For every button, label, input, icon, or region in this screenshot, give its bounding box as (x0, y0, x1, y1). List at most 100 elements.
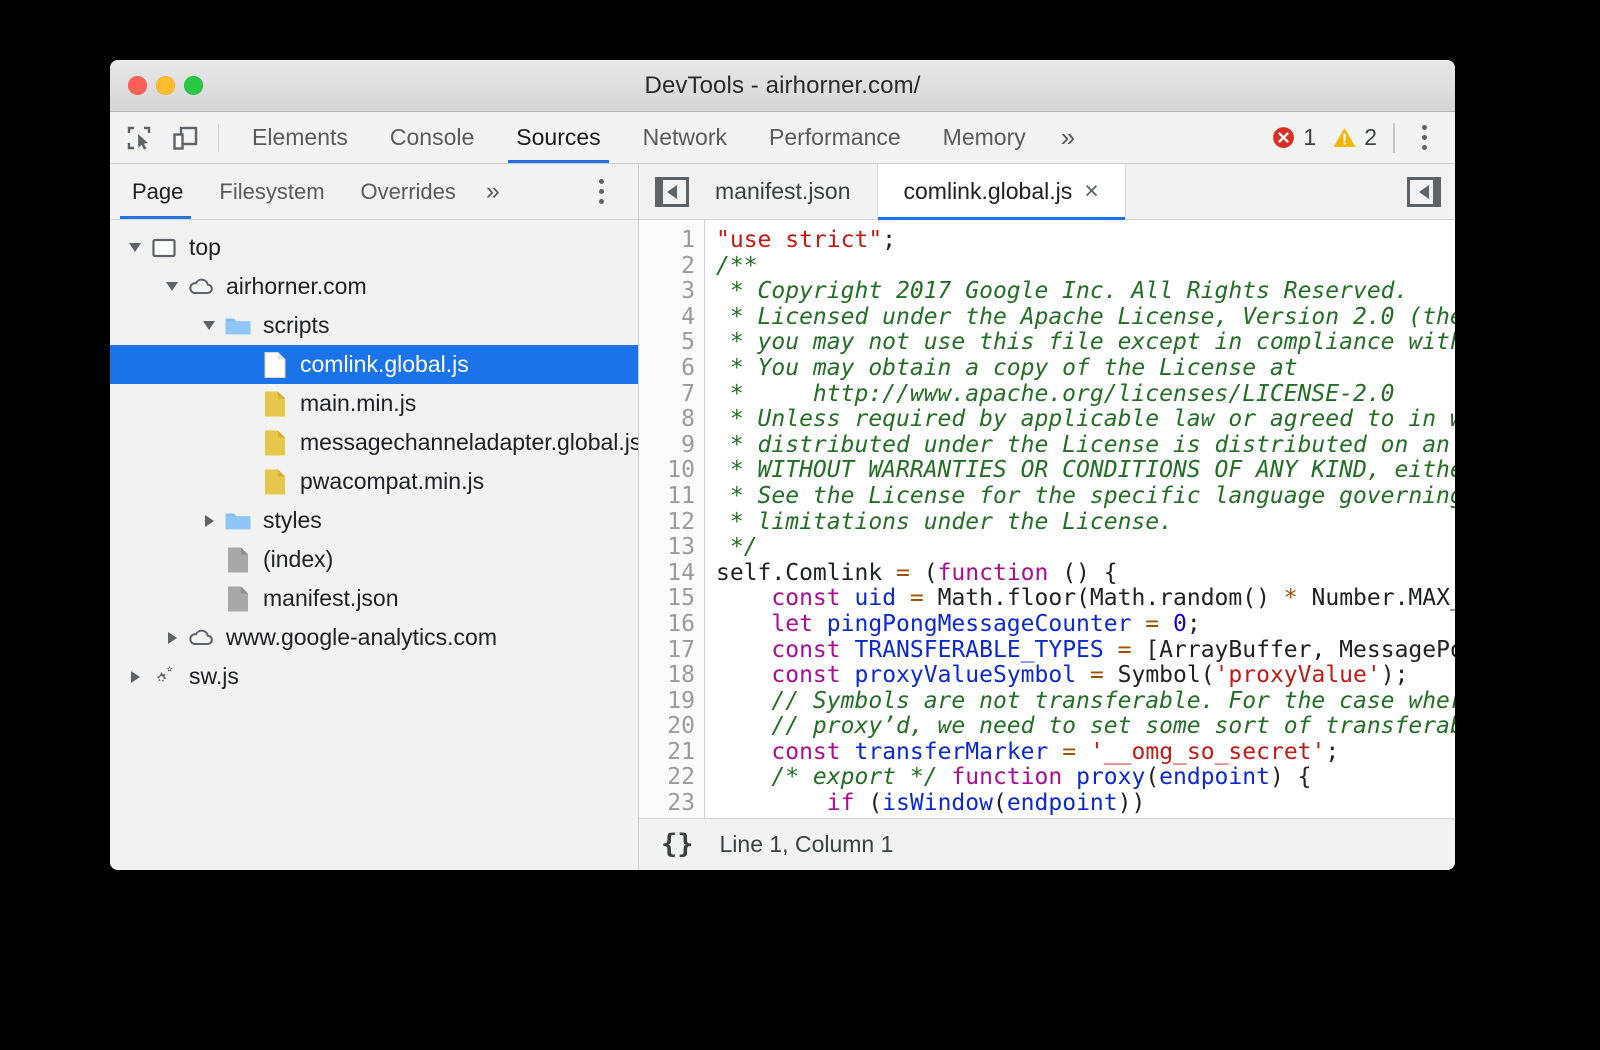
code-line[interactable]: self.Comlink = (function () { (716, 561, 1455, 587)
code-token: * You may obtain a copy of the License a… (716, 355, 1298, 381)
chevron-down-icon[interactable] (198, 315, 220, 337)
code-token: const (771, 739, 840, 765)
chevron-right-icon[interactable] (198, 510, 220, 532)
code-line[interactable]: * distributed under the License is distr… (716, 433, 1455, 459)
tab-memory[interactable]: Memory (922, 112, 1047, 163)
code-token: ; (1187, 611, 1201, 637)
code-line[interactable]: /* export */ function proxy(endpoint) { (716, 765, 1455, 791)
code-line[interactable]: if (isWindow(endpoint)) (716, 791, 1455, 817)
code-line[interactable]: * limitations under the License. (716, 510, 1455, 536)
code-token: = (896, 560, 910, 586)
maximize-window-button[interactable] (184, 76, 203, 95)
code-line[interactable]: // Symbols are not transferable. For the… (716, 689, 1455, 715)
code-token: * See the License for the specific langu… (716, 483, 1455, 509)
tree-item-airhorner-com[interactable]: airhorner.com (110, 267, 638, 306)
error-count-badge[interactable]: 1 (1271, 124, 1316, 151)
close-window-button[interactable] (128, 76, 147, 95)
tree-item-pwacompat-min-js[interactable]: pwacompat.min.js (110, 462, 638, 501)
minimize-window-button[interactable] (156, 76, 175, 95)
tree-item--index-[interactable]: (index) (110, 540, 638, 579)
code-token: = (910, 585, 924, 611)
code-line[interactable]: * Unless required by applicable law or a… (716, 407, 1455, 433)
nav-more-tabs-icon[interactable]: » (474, 164, 512, 219)
file-js-icon (261, 429, 289, 457)
code-token: 0 (1173, 611, 1187, 637)
code-line[interactable]: */ (716, 535, 1455, 561)
kebab-menu-icon[interactable] (1409, 125, 1439, 150)
tree-item-scripts[interactable]: scripts (110, 306, 638, 345)
code-line[interactable]: "use strict"; (716, 228, 1455, 254)
device-toolbar-icon[interactable] (168, 121, 202, 155)
tab-performance[interactable]: Performance (748, 112, 922, 163)
code-token (716, 611, 771, 637)
warning-icon (1332, 125, 1357, 150)
chevron-right-icon[interactable] (124, 666, 146, 688)
code-token (716, 790, 827, 816)
line-number: 19 (639, 689, 704, 715)
code-viewer[interactable]: 123456789101112131415161718192021222324 … (639, 220, 1455, 818)
error-count: 1 (1303, 124, 1316, 151)
pretty-print-icon[interactable]: {} (661, 829, 694, 860)
code-line[interactable]: const proxyValueSymbol = Symbol('proxyVa… (716, 663, 1455, 689)
code-token: ; (1325, 739, 1339, 765)
nav-tab-filesystem[interactable]: Filesystem (201, 164, 342, 219)
tab-elements[interactable]: Elements (231, 112, 369, 163)
tree-item-manifest-json[interactable]: manifest.json (110, 579, 638, 618)
tree-item-label: messagechanneladapter.global.js (300, 429, 638, 456)
tree-item-messagechanneladapter-global-js[interactable]: messagechanneladapter.global.js (110, 423, 638, 462)
code-token: /** (716, 253, 758, 279)
code-token: /* export */ (771, 764, 937, 790)
toolbar-divider (218, 124, 219, 152)
code-token: * (1284, 585, 1298, 611)
code-line[interactable]: * http://www.apache.org/licenses/LICENSE… (716, 382, 1455, 408)
close-tab-icon[interactable]: × (1084, 179, 1099, 204)
more-panels-icon[interactable]: » (1047, 112, 1089, 163)
code-token: self.Comlink (716, 560, 896, 586)
tree-item-comlink-global-js[interactable]: comlink.global.js (110, 345, 638, 384)
tab-sources[interactable]: Sources (495, 112, 621, 163)
nav-tab-page-label: Page (132, 179, 183, 205)
chevron-right-icon[interactable] (161, 627, 183, 649)
tree-item-sw-js[interactable]: sw.js (110, 657, 638, 696)
collapse-navigator-icon[interactable] (655, 177, 689, 207)
code-token: function (938, 560, 1049, 586)
line-number: 24 (639, 817, 704, 818)
code-line[interactable]: let pingPongMessageCounter = 0; (716, 612, 1455, 638)
code-line[interactable]: * WITHOUT WARRANTIES OR CONDITIONS OF AN… (716, 458, 1455, 484)
code-token (813, 611, 827, 637)
code-line[interactable]: * You may obtain a copy of the License a… (716, 356, 1455, 382)
code-line[interactable]: const TRANSFERABLE_TYPES = [ArrayBuffer,… (716, 638, 1455, 664)
code-line[interactable]: // proxy’d, we need to set some sort of … (716, 714, 1455, 740)
tree-item-label: styles (263, 507, 322, 534)
code-line[interactable]: /** (716, 254, 1455, 280)
warning-count-badge[interactable]: 2 (1332, 124, 1377, 151)
code-line[interactable]: * you may not use this file except in co… (716, 330, 1455, 356)
line-number: 4 (639, 305, 704, 331)
tab-network[interactable]: Network (622, 112, 748, 163)
error-icon (1271, 125, 1296, 150)
code-lines[interactable]: "use strict";/** * Copyright 2017 Google… (705, 220, 1455, 818)
editor-tab-manifest-json[interactable]: manifest.json (689, 164, 878, 219)
code-line[interactable]: * See the License for the specific langu… (716, 484, 1455, 510)
code-line[interactable]: const uid = Math.floor(Math.random() * N… (716, 586, 1455, 612)
tab-console[interactable]: Console (369, 112, 495, 163)
chevron-down-icon[interactable] (124, 237, 146, 259)
code-line[interactable]: const transferMarker = '__omg_so_secret'… (716, 740, 1455, 766)
code-line[interactable]: * Copyright 2017 Google Inc. All Rights … (716, 279, 1455, 305)
navigator-kebab-menu-icon[interactable] (586, 179, 616, 204)
collapse-sidebar-icon[interactable] (1407, 177, 1441, 207)
tree-item-top[interactable]: top (110, 228, 638, 267)
line-number: 6 (639, 356, 704, 382)
editor-tab-manifest-json-label: manifest.json (715, 178, 851, 205)
editor-tab-comlink-global-js[interactable]: comlink.global.js × (878, 164, 1126, 219)
nav-tab-overrides[interactable]: Overrides (343, 164, 474, 219)
tree-item-styles[interactable]: styles (110, 501, 638, 540)
nav-tab-page[interactable]: Page (110, 164, 201, 219)
chevron-down-icon[interactable] (161, 276, 183, 298)
code-line[interactable]: * Licensed under the Apache License, Ver… (716, 305, 1455, 331)
inspect-element-icon[interactable] (122, 121, 156, 155)
tab-performance-label: Performance (769, 124, 901, 151)
tree-item-www-google-analytics-com[interactable]: www.google-analytics.com (110, 618, 638, 657)
code-token: ; (882, 227, 896, 253)
tree-item-main-min-js[interactable]: main.min.js (110, 384, 638, 423)
